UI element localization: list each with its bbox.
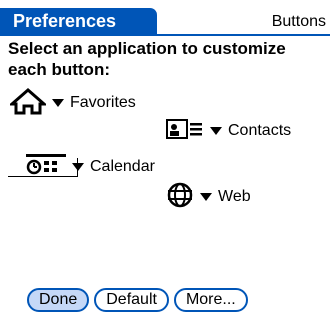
- preferences-screen: Preferences Buttons Select an applicatio…: [0, 0, 330, 315]
- assignment-contacts-label: Contacts: [228, 122, 292, 139]
- app-title-tab[interactable]: Preferences: [0, 8, 157, 35]
- button-bar: Done Default More...: [27, 288, 248, 312]
- favorites-dropdown-arrow-icon[interactable]: [52, 99, 64, 107]
- assignment-favorites-label: Favorites: [70, 94, 136, 111]
- calendar-dropdown-arrow-icon[interactable]: [72, 163, 84, 171]
- assignment-web-label: Web: [218, 188, 251, 205]
- app-title: Preferences: [13, 11, 117, 31]
- section-title: Buttons: [271, 13, 326, 30]
- home-icon: [8, 87, 48, 120]
- more-button[interactable]: More...: [173, 288, 248, 312]
- contacts-icon: [166, 117, 204, 146]
- assignment-web[interactable]: Web: [166, 181, 251, 214]
- web-dropdown-arrow-icon[interactable]: [200, 193, 212, 201]
- title-divider: [0, 34, 330, 36]
- assignment-favorites[interactable]: Favorites: [8, 87, 136, 120]
- globe-icon: [166, 181, 194, 214]
- callout-line: [8, 176, 78, 177]
- default-button[interactable]: Default: [94, 288, 169, 312]
- callout-line-vertical: [77, 158, 78, 177]
- done-button[interactable]: Done: [27, 288, 90, 312]
- instruction-text: Select an application to customize each …: [8, 39, 286, 79]
- contacts-dropdown-arrow-icon[interactable]: [210, 127, 222, 135]
- calendar-icon: [26, 152, 66, 183]
- assignment-contacts[interactable]: Contacts: [166, 117, 291, 145]
- assignment-calendar-label: Calendar: [90, 158, 155, 175]
